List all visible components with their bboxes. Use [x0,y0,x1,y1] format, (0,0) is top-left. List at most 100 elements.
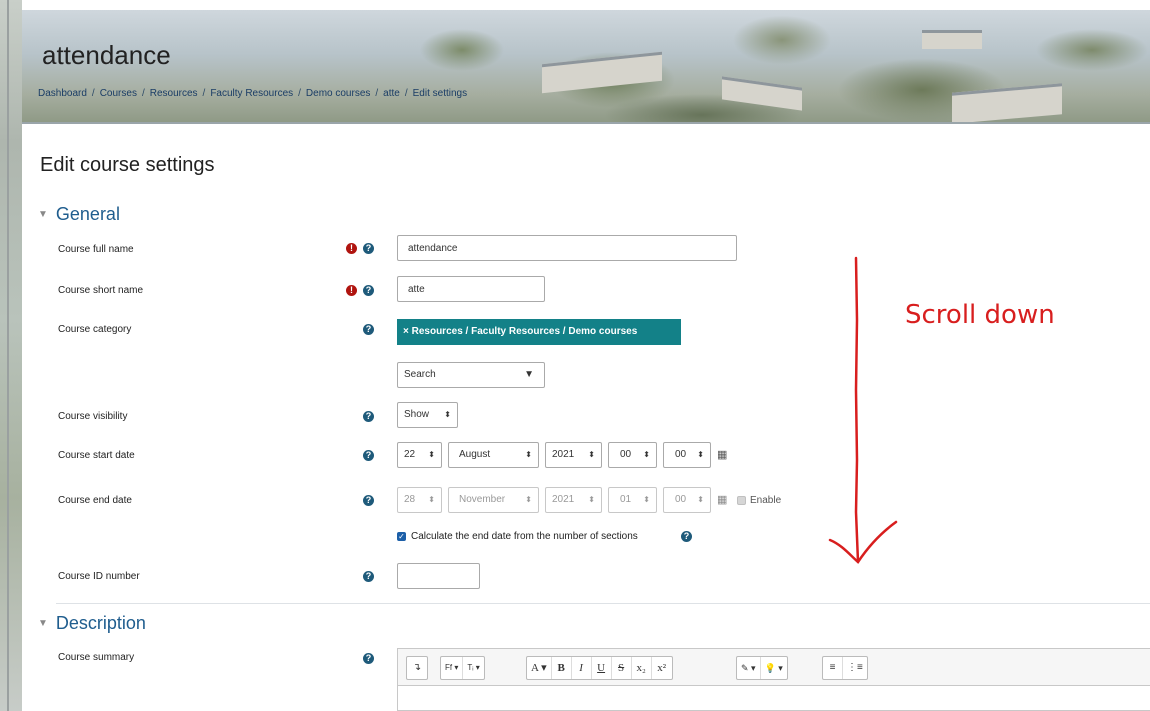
select-arrows-icon: ⬍ [428,495,435,504]
select-arrows-icon: ⬍ [428,450,435,459]
main-heading: Edit course settings [40,154,215,176]
help-icon[interactable]: ? [363,243,374,254]
course-visibility-select[interactable]: Show ⬍ [397,402,458,428]
strikethrough-button[interactable]: S [612,657,632,679]
section-divider [56,603,1150,604]
end-hour-select[interactable]: 01 ⬍ [608,487,657,513]
scroll-down-arrow-icon [828,256,898,564]
course-id-number-input[interactable] [397,563,480,589]
start-minute-value: 00 [675,449,687,460]
select-arrows-icon: ⬍ [643,450,650,459]
highlight-button[interactable]: 💡 ▾ [761,657,787,679]
breadcrumb-atte[interactable]: atte [383,88,400,99]
help-icon[interactable]: ? [363,495,374,506]
section-title-general: General [55,204,120,224]
start-month-value: August [459,449,491,460]
end-month-select[interactable]: November ⬍ [448,487,539,513]
scroll-down-annotation: Scroll down [905,300,1055,330]
end-minute-select[interactable]: 00 ⬍ [663,487,711,513]
end-date-enable-label: Enable [750,495,782,506]
start-hour-select[interactable]: 00 ⬍ [608,442,657,468]
header-image-building [922,30,982,49]
text-editor[interactable]: ↴ Ff ▾ Tᵢ ▾ A ▾ B I U S x₂ x² ✎ ▾ 💡 ▾ ≡ … [397,648,1150,711]
category-search-placeholder: Search [404,369,436,380]
collapse-caret-icon: ▼ [38,209,48,220]
help-icon[interactable]: ? [681,531,692,542]
bold-button[interactable]: B [552,657,572,679]
breadcrumb-edit-settings: Edit settings [412,88,468,99]
breadcrumb-separator: / [298,88,301,99]
superscript-button[interactable]: x² [652,657,672,679]
select-arrows-icon: ⬍ [697,495,704,504]
breadcrumb-separator: / [375,88,379,99]
label-course-summary: Course summary [58,652,135,663]
font-family-button[interactable]: Ff ▾ [441,657,464,679]
breadcrumb-separator: / [91,88,95,99]
select-arrows-icon: ⬍ [588,450,595,459]
breadcrumb-resources[interactable]: Resources [150,88,198,99]
show-more-buttons-icon[interactable]: ↴ [407,657,427,679]
breadcrumb-demo-courses[interactable]: Demo courses [306,88,370,99]
subscript-button[interactable]: x₂ [632,657,652,679]
visibility-value: Show [404,409,430,420]
label-course-end-date: Course end date [58,495,132,506]
help-icon[interactable]: ? [363,571,374,582]
editor-toolbar: ↴ Ff ▾ Tᵢ ▾ A ▾ B I U S x₂ x² ✎ ▾ 💡 ▾ ≡ … [398,649,1150,686]
section-toggle-description[interactable]: ▼ Description [38,613,146,634]
section-title-description: Description [55,613,146,633]
label-course-visibility: Course visibility [58,411,128,422]
start-year-select[interactable]: 2021 ⬍ [545,442,602,468]
help-icon[interactable]: ? [363,324,374,335]
calculate-end-date-checkbox[interactable]: ✓ [397,532,406,541]
select-arrows-icon: ⬍ [525,495,532,504]
label-course-category: Course category [58,324,132,335]
selected-category-tag[interactable]: × Resources / Faculty Resources / Demo c… [397,319,681,345]
unordered-list-button[interactable]: ≡ [823,657,843,679]
calendar-icon[interactable]: ▦ [717,448,727,461]
page-title: attendance [42,40,171,70]
breadcrumb-separator: / [141,88,145,99]
help-icon[interactable]: ? [363,450,374,461]
start-day-select[interactable]: 22 ⬍ [397,442,442,468]
section-toggle-general[interactable]: ▼ General [38,204,120,225]
breadcrumb-faculty-resources[interactable]: Faculty Resources [210,88,293,99]
required-icon: ! [346,285,357,296]
paragraph-style-button[interactable]: A ▾ [527,657,552,679]
underline-button[interactable]: U [592,657,612,679]
font-size-button[interactable]: Tᵢ ▾ [463,657,483,679]
end-year-select[interactable]: 2021 ⬍ [545,487,602,513]
text-color-button[interactable]: ✎ ▾ [737,657,761,679]
label-course-full-name: Course full name [58,244,134,255]
label-course-start-date: Course start date [58,450,135,461]
italic-button[interactable]: I [572,657,592,679]
start-month-select[interactable]: August ⬍ [448,442,539,468]
collapse-caret-icon: ▼ [38,618,48,629]
breadcrumb-dashboard[interactable]: Dashboard [38,88,87,99]
end-year-value: 2021 [552,494,575,505]
calendar-icon[interactable]: ▦ [717,493,727,506]
select-arrows-icon: ⬍ [525,450,532,459]
end-minute-value: 00 [675,494,687,505]
end-day-value: 28 [404,494,416,505]
breadcrumb-separator: / [202,88,206,99]
end-month-value: November [459,494,506,505]
help-icon[interactable]: ? [363,285,374,296]
start-day-value: 22 [404,449,416,460]
start-year-value: 2021 [552,449,575,460]
left-drawer-edge [0,0,22,711]
breadcrumb-separator: / [404,88,408,99]
end-day-select[interactable]: 28 ⬍ [397,487,442,513]
course-short-name-input[interactable] [397,276,545,302]
start-minute-select[interactable]: 00 ⬍ [663,442,711,468]
course-full-name-input[interactable] [397,235,737,261]
breadcrumb-courses[interactable]: Courses [100,88,137,99]
toolbar-group-toggle: ↴ [406,656,428,680]
required-icon: ! [346,243,357,254]
ordered-list-button[interactable]: ⋮≡ [843,657,867,679]
help-icon[interactable]: ? [363,653,374,664]
category-search-select[interactable]: Search ▼ [397,362,545,388]
end-date-enable-checkbox[interactable] [737,496,746,505]
toolbar-group-format: A ▾ B I U S x₂ x² [526,656,673,680]
help-icon[interactable]: ? [363,411,374,422]
select-arrows-icon: ⬍ [444,410,451,419]
